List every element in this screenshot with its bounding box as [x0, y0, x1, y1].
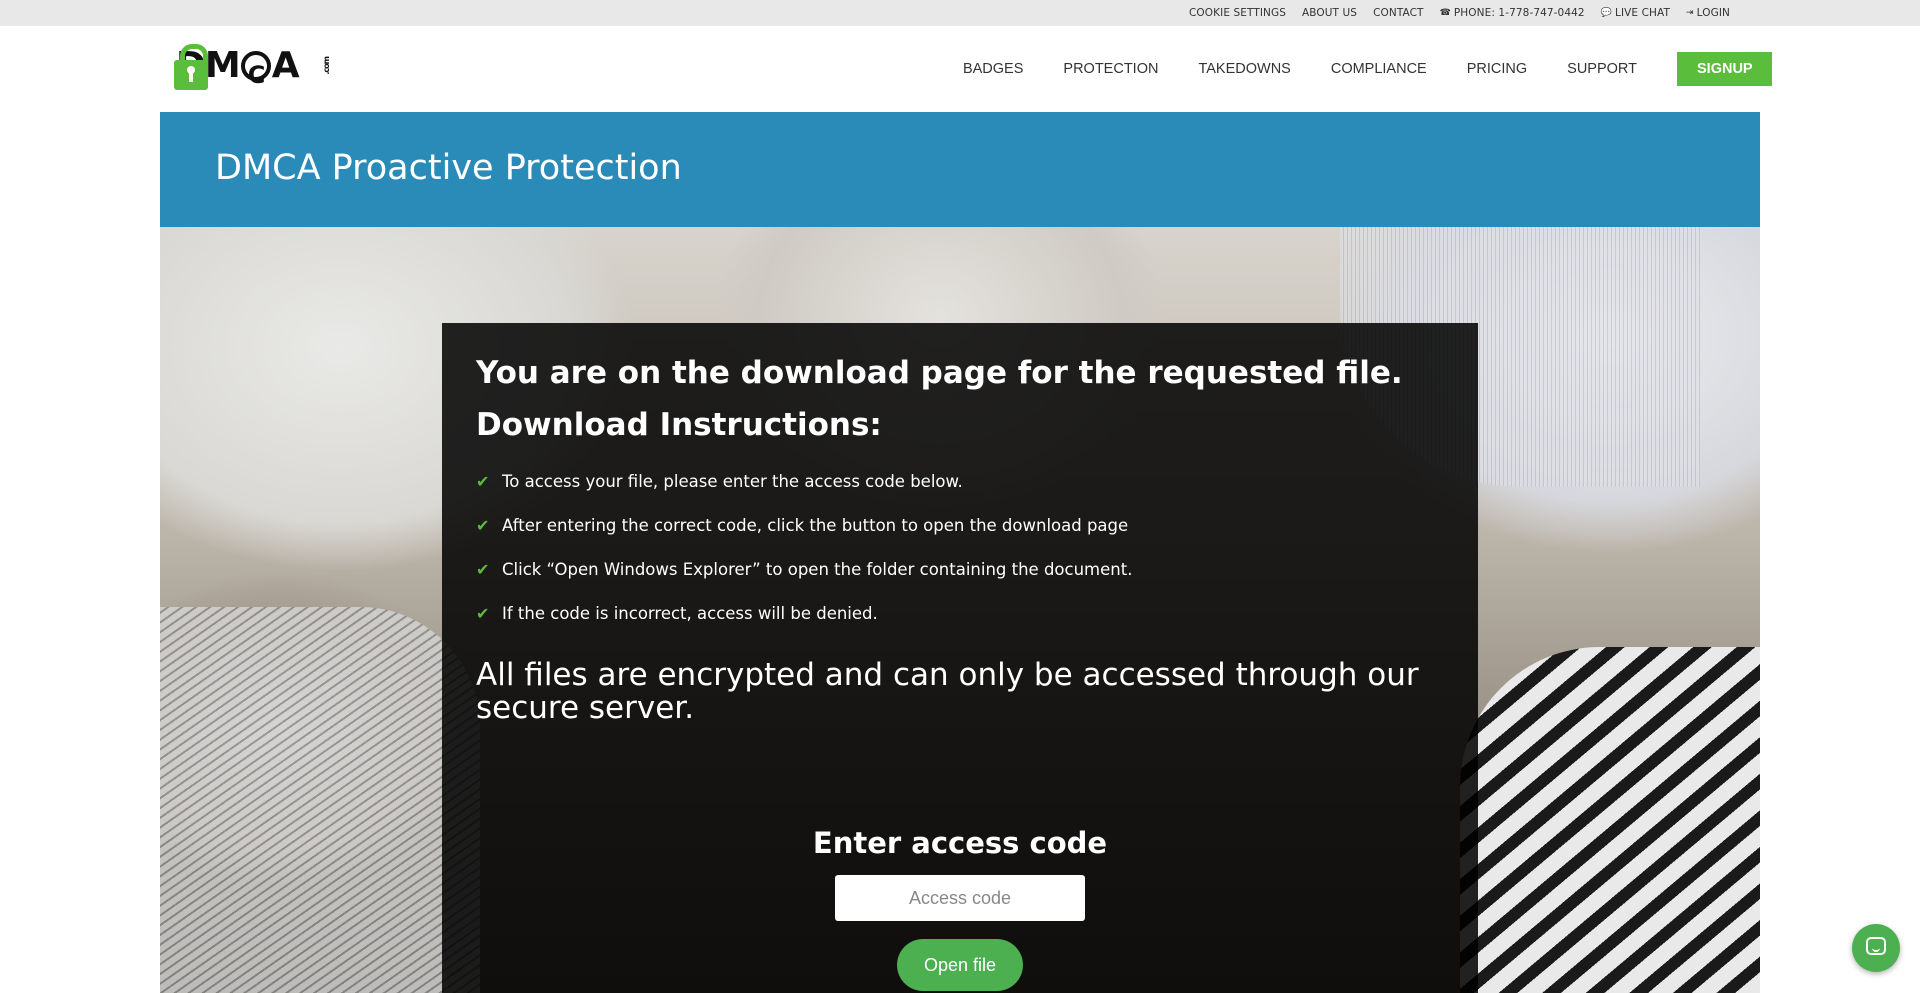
about-us-link[interactable]: ABOUT US [1302, 7, 1357, 19]
instruction-text: If the code is incorrect, access will be… [502, 603, 878, 623]
check-icon: ✔ [476, 515, 490, 535]
access-code-form: Enter access code Open file [442, 823, 1478, 991]
download-title: You are on the download page for the req… [476, 355, 1403, 391]
login-link[interactable]: ⇥ LOGIN [1686, 7, 1730, 19]
nav-compliance[interactable]: COMPLIANCE [1311, 61, 1447, 77]
instructions-heading: Download Instructions: [476, 407, 882, 443]
nav-badges[interactable]: BADGES [943, 61, 1043, 77]
list-item: ✔ After entering the correct code, click … [476, 503, 1446, 547]
photo-sleeve-left [160, 607, 480, 993]
site-header: DMA.com BADGES PROTECTION TAKEDOWNS COMP… [0, 26, 1920, 112]
photo-sleeve-right [1460, 647, 1760, 993]
utility-links: COOKIE SETTINGS ABOUT US CONTACT ☎ PHONE:… [1189, 0, 1730, 26]
nav-support[interactable]: SUPPORT [1547, 61, 1657, 77]
dmca-logo[interactable]: DMA.com [174, 40, 336, 101]
hero-background-photo: You are on the download page for the req… [160, 227, 1760, 993]
download-instructions: You are on the download page for the req… [476, 353, 1446, 725]
page-banner: DMCA Proactive Protection [160, 112, 1760, 227]
phone-label: PHONE: 1-778-747-0442 [1453, 7, 1585, 19]
chat-bubble-icon [1866, 937, 1886, 955]
phone-link[interactable]: ☎ PHONE: 1-778-747-0442 [1440, 7, 1585, 19]
top-utility-bar: COOKIE SETTINGS ABOUT US CONTACT ☎ PHONE:… [0, 0, 1920, 26]
contact-link[interactable]: CONTACT [1373, 7, 1424, 19]
login-icon: ⇥ [1686, 8, 1694, 18]
access-code-heading: Enter access code [812, 826, 1108, 860]
chat-widget-button[interactable] [1852, 924, 1900, 972]
cookie-settings-label: COOKIE SETTINGS [1188, 7, 1286, 19]
main-nav: BADGES PROTECTION TAKEDOWNS COMPLIANCE P… [943, 52, 1772, 86]
list-item: ✔ If the code is incorrect, access will b… [476, 591, 1446, 635]
phone-icon: ☎ [1439, 8, 1451, 18]
nav-takedowns[interactable]: TAKEDOWNS [1178, 61, 1310, 77]
list-item: ✔ Click “Open Windows Explorer” to open t… [476, 547, 1446, 591]
page-title: DMCA Proactive Protection [215, 148, 682, 188]
contact-label: CONTACT [1373, 7, 1424, 19]
encryption-note: All files are encrypted and can only be … [476, 657, 1419, 726]
nav-protection[interactable]: PROTECTION [1043, 61, 1178, 77]
cookie-settings-link[interactable]: COOKIE SETTINGS [1189, 7, 1286, 19]
instruction-text: To access your file, please enter the ac… [502, 471, 963, 491]
about-us-label: ABOUT US [1302, 7, 1358, 19]
live-chat-link[interactable]: 💬 LIVE CHAT [1601, 7, 1670, 19]
instruction-text: Click “Open Windows Explorer” to open th… [502, 559, 1133, 579]
signup-button[interactable]: SIGNUP [1677, 52, 1772, 86]
instructions-list: ✔ To access your file, please enter the a… [476, 459, 1446, 635]
login-label: LOGIN [1696, 7, 1730, 19]
open-file-button[interactable]: Open file [897, 939, 1023, 991]
live-chat-label: LIVE CHAT [1615, 7, 1671, 19]
instruction-text: After entering the correct code, click t… [502, 515, 1129, 535]
check-icon: ✔ [476, 603, 490, 623]
nav-pricing[interactable]: PRICING [1447, 61, 1547, 77]
check-icon: ✔ [476, 471, 490, 491]
access-code-input[interactable] [835, 875, 1085, 921]
check-icon: ✔ [476, 559, 490, 579]
list-item: ✔ To access your file, please enter the a… [476, 459, 1446, 503]
chat-icon: 💬 [1600, 8, 1612, 18]
download-panel: You are on the download page for the req… [442, 323, 1478, 993]
